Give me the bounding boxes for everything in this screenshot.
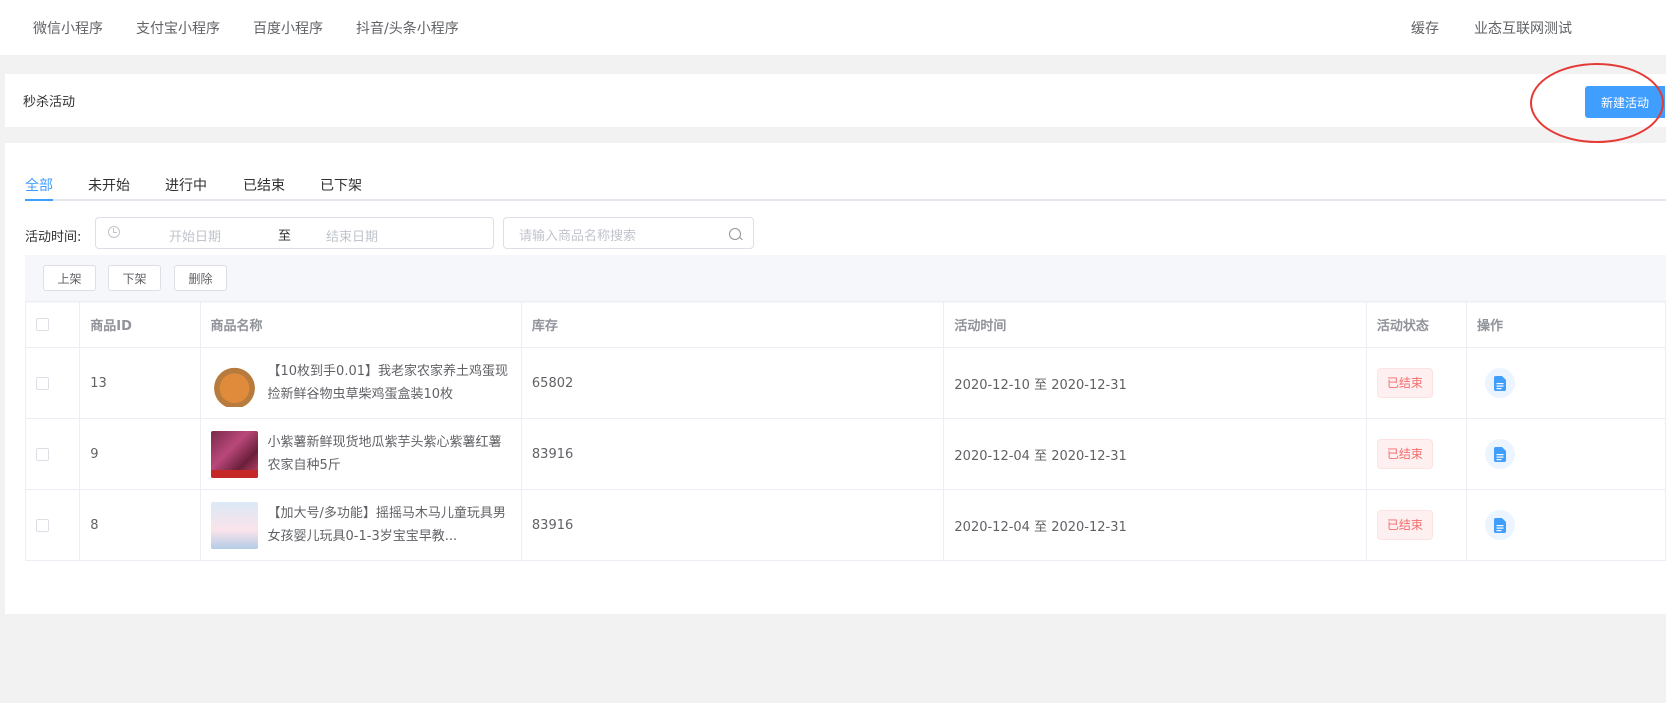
nav-wechat-miniprogram[interactable]: 微信小程序 xyxy=(33,18,103,38)
clock-icon xyxy=(108,226,120,238)
row-checkbox[interactable] xyxy=(36,518,49,532)
new-activity-button[interactable]: 新建活动 xyxy=(1585,86,1665,118)
activity-table: 商品ID 商品名称 库存 活动时间 活动状态 操作 13 【10枚到手0.01】… xyxy=(24,301,1666,561)
tab-not-started[interactable]: 未开始 xyxy=(88,175,130,195)
put-on-shelf-button[interactable]: 上架 xyxy=(43,265,96,291)
activity-time: 2020-12-10 至 2020-12-31 xyxy=(943,347,1367,419)
product-id: 8 xyxy=(79,489,201,561)
table-row: 8 【加大号/多功能】摇摇马木马儿童玩具男女孩婴儿玩具0-1-3岁宝宝早教...… xyxy=(24,489,1666,561)
column-header-time: 活动时间 xyxy=(943,301,1367,348)
column-header-stock: 库存 xyxy=(520,301,945,348)
tab-in-progress[interactable]: 进行中 xyxy=(165,175,207,195)
product-thumbnail xyxy=(210,359,258,407)
select-all-cell xyxy=(24,301,81,348)
nav-baidu-miniprogram[interactable]: 百度小程序 xyxy=(253,18,323,38)
stock: 83916 xyxy=(520,489,945,561)
document-icon xyxy=(1493,517,1506,533)
view-detail-button[interactable] xyxy=(1484,510,1515,540)
page-title: 秒杀活动 xyxy=(23,95,76,110)
product-name: 【10枚到手0.01】我老家农家养土鸡蛋现捡新鲜谷物虫草柴鸡蛋盒装10枚 xyxy=(267,364,509,402)
column-header-name: 商品名称 xyxy=(199,301,522,348)
take-off-shelf-button[interactable]: 下架 xyxy=(108,265,161,291)
table-row: 13 【10枚到手0.01】我老家农家养土鸡蛋现捡新鲜谷物虫草柴鸡蛋盒装10枚 … xyxy=(24,347,1666,419)
document-icon xyxy=(1493,375,1506,391)
product-name: 【加大号/多功能】摇摇马木马儿童玩具男女孩婴儿玩具0-1-3岁宝宝早教... xyxy=(267,506,506,544)
nav-store-name[interactable]: 业态互联网测试 xyxy=(1474,18,1572,38)
main-panel: 全部 未开始 进行中 已结束 已下架 活动时间: 开始日期 至 结束日期 请输入… xyxy=(5,143,1666,614)
activity-time: 2020-12-04 至 2020-12-31 xyxy=(943,418,1367,490)
product-id: 9 xyxy=(79,418,201,490)
date-separator: 至 xyxy=(278,229,292,244)
batch-toolbar xyxy=(25,255,1666,303)
status-badge: 已结束 xyxy=(1376,439,1433,469)
product-id: 13 xyxy=(79,347,201,419)
product-name: 小紫薯新鲜现货地瓜紫芋头紫心紫薯红薯农家自种5斤 xyxy=(267,435,502,473)
product-search-input[interactable]: 请输入商品名称搜索 xyxy=(503,217,754,249)
row-checkbox[interactable] xyxy=(36,447,49,461)
stock: 83916 xyxy=(520,418,945,490)
view-detail-button[interactable] xyxy=(1484,368,1515,398)
tab-off-shelf[interactable]: 已下架 xyxy=(320,175,362,195)
date-range-picker[interactable]: 开始日期 至 结束日期 xyxy=(95,217,494,249)
row-checkbox[interactable] xyxy=(36,376,49,390)
column-header-actions: 操作 xyxy=(1465,301,1666,348)
active-tab-indicator xyxy=(25,199,53,201)
product-thumbnail xyxy=(210,430,258,478)
status-badge: 已结束 xyxy=(1376,510,1433,540)
nav-alipay-miniprogram[interactable]: 支付宝小程序 xyxy=(136,18,220,38)
delete-button[interactable]: 删除 xyxy=(174,265,227,291)
column-header-status: 活动状态 xyxy=(1365,301,1467,348)
select-all-checkbox[interactable] xyxy=(36,318,49,331)
nav-cache[interactable]: 缓存 xyxy=(1411,18,1439,38)
tab-all[interactable]: 全部 xyxy=(25,175,53,195)
page-header: 秒杀活动 xyxy=(5,74,1666,127)
activity-time: 2020-12-04 至 2020-12-31 xyxy=(943,489,1367,561)
status-tabs: 全部 未开始 进行中 已结束 已下架 xyxy=(25,175,1666,201)
end-date-input[interactable]: 结束日期 xyxy=(326,226,378,245)
nav-douyin-miniprogram[interactable]: 抖音/头条小程序 xyxy=(356,18,459,38)
tab-ended[interactable]: 已结束 xyxy=(243,175,285,195)
stock: 65802 xyxy=(520,347,945,419)
document-icon xyxy=(1493,446,1506,462)
column-header-id: 商品ID xyxy=(79,301,201,348)
search-placeholder: 请输入商品名称搜索 xyxy=(519,229,637,244)
product-thumbnail xyxy=(210,501,258,549)
top-navigation: 微信小程序 支付宝小程序 百度小程序 抖音/头条小程序 缓存 业态互联网测试 xyxy=(0,0,1666,55)
view-detail-button[interactable] xyxy=(1484,439,1515,469)
search-icon[interactable] xyxy=(729,228,741,240)
start-date-input[interactable]: 开始日期 xyxy=(169,226,221,245)
table-row: 9 小紫薯新鲜现货地瓜紫芋头紫心紫薯红薯农家自种5斤 83916 2020-12… xyxy=(24,418,1666,490)
status-badge: 已结束 xyxy=(1376,368,1433,398)
activity-time-label: 活动时间: xyxy=(25,230,82,245)
table-header-row: 商品ID 商品名称 库存 活动时间 活动状态 操作 xyxy=(24,301,1666,348)
